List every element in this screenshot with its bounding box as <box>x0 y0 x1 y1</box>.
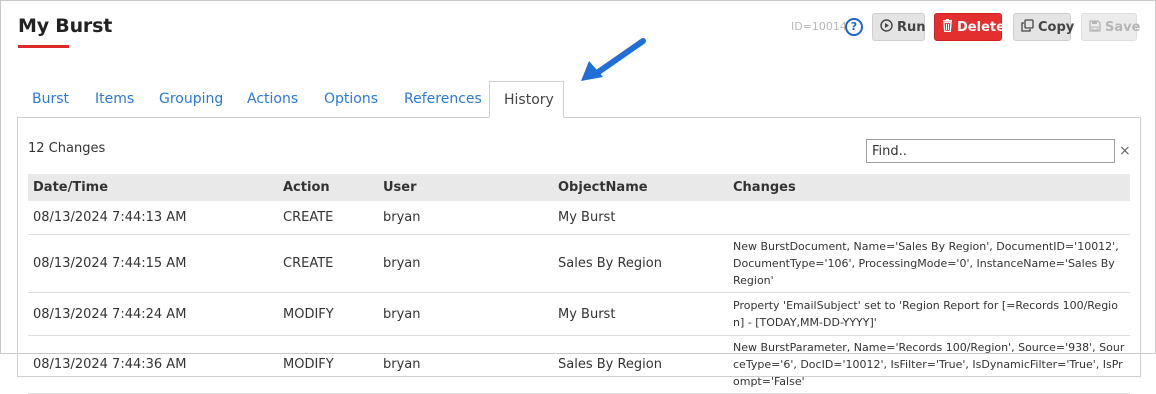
delete-button[interactable]: Delete <box>934 13 1005 41</box>
table-row[interactable]: 08/13/2024 7:44:15 AM CREATE bryan Sales… <box>28 234 1130 293</box>
cell-datetime: 08/13/2024 7:44:13 AM <box>28 201 278 235</box>
cell-datetime: 08/13/2024 7:44:36 AM <box>28 335 278 394</box>
copy-icon <box>1021 19 1034 35</box>
history-table: Date/Time Action User ObjectName Changes… <box>28 174 1130 394</box>
run-label: Run <box>897 19 926 35</box>
cell-user: bryan <box>378 234 553 293</box>
table-row[interactable]: 08/13/2024 7:44:13 AM CREATE bryan My Bu… <box>28 201 1130 235</box>
find-input[interactable] <box>866 139 1115 163</box>
cell-changes: New BurstParameter, Name='Records 100/Re… <box>728 335 1130 394</box>
cell-object: Sales By Region <box>553 234 728 293</box>
tab-options[interactable]: Options <box>324 81 378 118</box>
column-header-action[interactable]: Action <box>278 174 378 201</box>
page-title: My Burst <box>18 15 113 37</box>
cell-user: bryan <box>378 335 553 394</box>
run-button[interactable]: Run <box>872 13 926 41</box>
tab-actions[interactable]: Actions <box>247 81 298 118</box>
cell-user: bryan <box>378 292 553 336</box>
tab-bar: Burst Items Grouping Actions Options Ref… <box>17 81 1141 118</box>
tab-burst[interactable]: Burst <box>32 81 69 118</box>
table-row[interactable]: 08/13/2024 7:44:24 AM MODIFY bryan My Bu… <box>28 292 1130 336</box>
trash-icon <box>942 19 953 35</box>
tab-history[interactable]: History <box>489 81 564 118</box>
table-row[interactable]: 08/13/2024 7:44:36 AM MODIFY bryan Sales… <box>28 335 1130 394</box>
cell-action: MODIFY <box>278 335 378 394</box>
tab-items[interactable]: Items <box>95 81 134 118</box>
cell-datetime: 08/13/2024 7:44:24 AM <box>28 292 278 336</box>
cell-datetime: 08/13/2024 7:44:15 AM <box>28 234 278 293</box>
save-label: Save <box>1105 19 1141 35</box>
help-icon[interactable]: ? <box>845 18 863 36</box>
cell-user: bryan <box>378 201 553 235</box>
clear-search-icon[interactable]: × <box>1119 143 1131 159</box>
delete-label: Delete <box>957 19 1005 35</box>
save-button[interactable]: Save <box>1081 13 1141 41</box>
cell-object: Sales By Region <box>553 335 728 394</box>
tab-references[interactable]: References <box>404 81 482 118</box>
play-circle-icon <box>880 19 893 35</box>
floppy-disk-icon <box>1089 19 1101 35</box>
cell-action: CREATE <box>278 201 378 235</box>
column-header-datetime[interactable]: Date/Time <box>28 174 278 201</box>
column-header-changes[interactable]: Changes <box>728 174 1130 201</box>
tab-grouping[interactable]: Grouping <box>159 81 223 118</box>
changes-count: 12 Changes <box>28 141 106 156</box>
cell-action: CREATE <box>278 234 378 293</box>
copy-button[interactable]: Copy <box>1013 13 1075 41</box>
copy-label: Copy <box>1038 19 1075 35</box>
cell-changes: New BurstDocument, Name='Sales By Region… <box>728 234 1130 293</box>
cell-object: My Burst <box>553 292 728 336</box>
cell-changes <box>728 201 1130 235</box>
cell-action: MODIFY <box>278 292 378 336</box>
column-header-user[interactable]: User <box>378 174 553 201</box>
cell-object: My Burst <box>553 201 728 235</box>
cell-changes: Property 'EmailSubject' set to 'Region R… <box>728 292 1130 336</box>
document-id: ID=10014 <box>791 20 847 33</box>
column-header-objectname[interactable]: ObjectName <box>553 174 728 201</box>
annotation-arrow-icon <box>581 38 646 81</box>
table-header-row: Date/Time Action User ObjectName Changes <box>28 174 1130 201</box>
title-underline <box>18 45 69 48</box>
